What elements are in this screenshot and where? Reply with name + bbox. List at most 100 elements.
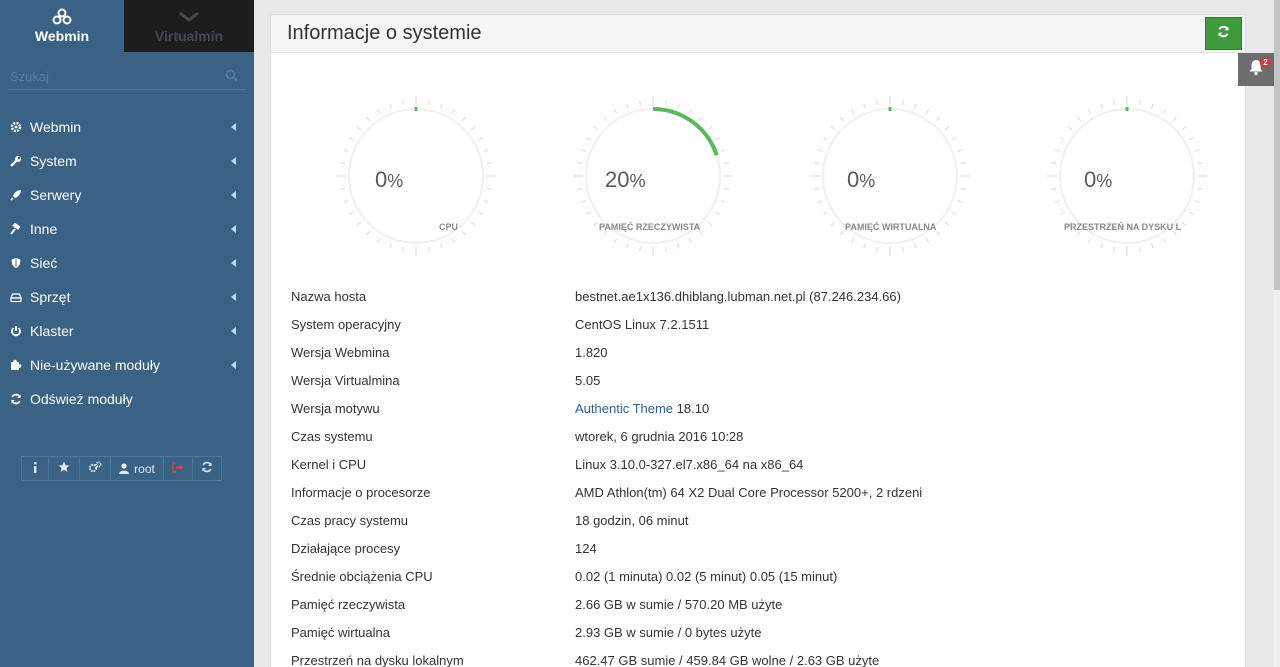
gauge-tick (914, 243, 917, 249)
gauge-tick (715, 211, 720, 215)
info-key: Informacje o procesorze (291, 484, 431, 500)
scrollbar-thumb[interactable] (1274, 0, 1280, 290)
refresh-icon (201, 461, 213, 476)
gauge-label: CPU (439, 222, 459, 232)
processes-link[interactable]: 124 (575, 541, 597, 556)
user-button[interactable]: root (110, 456, 163, 481)
gauge-value: 20% (605, 167, 646, 192)
caret-left-icon (231, 327, 236, 335)
gauge-tick (626, 103, 629, 109)
gauge-tick (1172, 116, 1177, 122)
gauge-tick (840, 116, 845, 122)
gauge-tick (677, 103, 680, 109)
sidebar-item-unused-modules[interactable]: Nie-używane moduły (0, 348, 254, 382)
theme-settings-button[interactable] (79, 456, 110, 481)
wrench-icon (9, 155, 23, 167)
gauge-tick (478, 211, 483, 215)
gauge-tick (402, 100, 404, 106)
gauge-tick (343, 149, 349, 152)
sidebar-item-inne[interactable]: Inne (0, 212, 254, 246)
gauge-tick (1162, 109, 1166, 114)
sidebar-item-label: Odśwież moduły (30, 391, 133, 407)
gauge-tick (603, 116, 608, 122)
gauge-tick (935, 116, 940, 122)
gauge-tick (935, 230, 940, 236)
tab-virtualmin-label: Virtualmin (154, 28, 224, 44)
sidebar-item-label: Klaster (30, 323, 74, 339)
table-row: Pamięć wirtualna 2.93 GB w sumie / 0 byte… (291, 618, 922, 646)
table-row: Nazwa hosta bestnet.ae1x136.dhiblang.lubm… (291, 282, 922, 310)
notification-count-badge: 2 (1260, 57, 1271, 68)
sidebar-item-siec[interactable]: Sieć (0, 246, 254, 280)
gauge-value-arc (652, 107, 719, 156)
refresh-icon (1217, 25, 1230, 43)
search-icon[interactable] (225, 69, 238, 87)
gauge-tick (461, 116, 466, 122)
main-content: Informacje o systemie 0% CPU 20% PAMIĘĆ … (254, 0, 1274, 667)
search-input[interactable] (8, 62, 246, 90)
gauge-tick (665, 100, 667, 106)
refresh-icon (9, 393, 23, 405)
user-name: root (134, 461, 155, 476)
theme-link[interactable]: Authentic Theme (575, 401, 673, 416)
info-key: Czas pracy systemu (291, 512, 409, 528)
gauge-tick (698, 116, 703, 122)
refresh-button[interactable] (1205, 17, 1242, 50)
gear-icon (9, 121, 23, 133)
gauge-tick (389, 103, 392, 109)
hostname-link[interactable]: bestnet.ae1x136.dhiblang.lubman.net.pl (… (575, 289, 901, 304)
sidebar-item-klaster[interactable]: Klaster (0, 314, 254, 348)
gauge-tick (814, 162, 820, 164)
info-value: AMD Athlon(tm) 64 X2 Dual Core Processor… (575, 484, 923, 500)
system-time-link[interactable]: wtorek, 6 grudnia 2016 10:28 (575, 429, 743, 444)
gauge-tick (577, 162, 583, 164)
table-row: Działające procesy 124 (291, 534, 922, 562)
gauge-label: PRZESTRZEŃ NA DYSKU L (1064, 222, 1182, 232)
gauge-tick (944, 126, 950, 131)
gauge-tick (349, 211, 354, 215)
gauge-local-disk: 0% PRZESTRZEŃ NA DYSKU L (1042, 91, 1212, 261)
gauge-tick (1151, 243, 1154, 249)
gauge-tick (440, 103, 443, 109)
logout-icon (172, 461, 184, 476)
gauge-tick (1067, 126, 1073, 131)
sidebar-item-webmin[interactable]: Webmin (0, 110, 254, 144)
sidebar-item-sprzet[interactable]: Sprzęt (0, 280, 254, 314)
reload-button[interactable] (192, 456, 222, 481)
gauge-tick (377, 109, 381, 114)
sidebar-item-refresh-modules[interactable]: Odśwież moduły (0, 382, 254, 416)
gauge-tick (830, 126, 836, 131)
gauge-tick (707, 221, 713, 226)
sidebar-item-system[interactable]: System (0, 144, 254, 178)
notifications-button[interactable]: 2 (1238, 53, 1274, 86)
tab-webmin[interactable]: Webmin (0, 0, 124, 52)
gauge-tick (863, 103, 866, 109)
logout-button[interactable] (163, 456, 192, 481)
gauge-tick (817, 149, 823, 152)
sidebar-item-label: Webmin (30, 119, 82, 135)
info-button[interactable] (21, 456, 48, 481)
caret-left-icon (231, 259, 236, 267)
gauge-tick (851, 109, 855, 114)
info-value: 462.47 GB sumie / 459.84 GB wolne / 2.63… (575, 652, 880, 667)
gauge-tick (349, 137, 354, 141)
gauge-tick (593, 221, 599, 226)
gauge-cpu: 0% CPU (331, 91, 501, 261)
gauge-tick (1181, 126, 1187, 131)
uptime-link[interactable]: 18 godzin, 06 minut (575, 513, 688, 528)
gauge-zero-marker (1125, 107, 1129, 111)
tab-virtualmin[interactable]: Virtualmin (124, 0, 254, 52)
sidebar-item-serwery[interactable]: Serwery (0, 178, 254, 212)
sidebar-menu: Webmin System Serwery Inne Sieć Sprzęt K… (0, 110, 254, 416)
gauge-tick (1194, 149, 1200, 152)
sidebar-item-label: Serwery (30, 187, 82, 203)
gauge-tick (1151, 103, 1154, 109)
favorites-button[interactable] (48, 456, 79, 481)
gauge-tick (1077, 116, 1082, 122)
page-scrollbar[interactable] (1274, 0, 1280, 667)
gauge-tick (720, 149, 726, 152)
gauge-tick (1051, 162, 1057, 164)
gauge-tick (483, 149, 489, 152)
info-value: Linux 3.10.0-327.el7.x86_64 na x86_64 (575, 456, 804, 472)
gauge-tick (461, 230, 466, 236)
